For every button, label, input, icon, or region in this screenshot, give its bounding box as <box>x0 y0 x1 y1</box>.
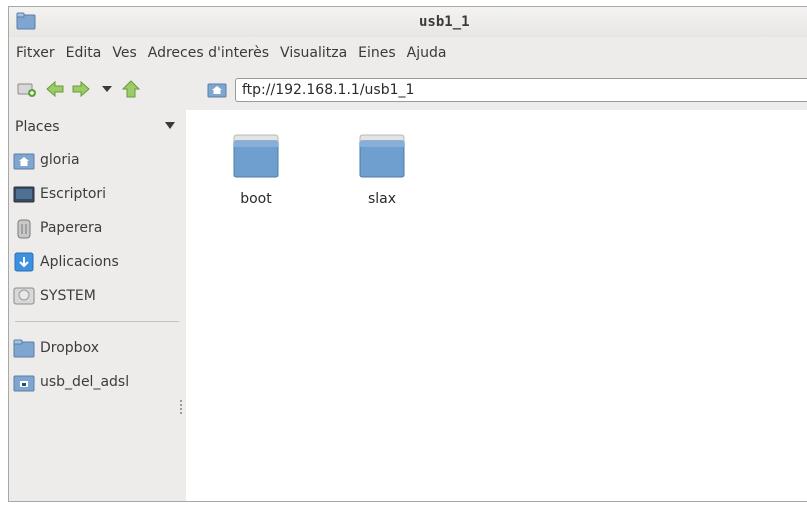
home-button[interactable] <box>207 79 227 99</box>
window-title: usb1_1 <box>419 14 470 30</box>
menu-fitxer[interactable]: Fitxer <box>9 45 58 61</box>
toolbar: ftp://192.168.1.1/usb1_1 <box>9 69 807 109</box>
sidebar-item-dropbox[interactable]: Dropbox <box>13 335 99 361</box>
sidebar-resize-handle[interactable] <box>180 400 182 416</box>
sidebar-item-label: Escriptori <box>40 186 107 202</box>
sidebar-item-label: Dropbox <box>40 340 99 356</box>
places-dropdown-icon[interactable] <box>165 122 175 129</box>
file-view: boot slax <box>186 110 807 501</box>
location-bar[interactable]: ftp://192.168.1.1/usb1_1 <box>235 78 807 102</box>
sidebar-item-label: Paperera <box>40 220 103 236</box>
menu-ves[interactable]: Ves <box>104 45 139 61</box>
sidebar-item-system[interactable]: SYSTEM <box>13 283 96 309</box>
file-name: boot <box>240 191 272 207</box>
sidebar-item-label: Aplicacions <box>40 254 119 270</box>
menu-eines[interactable]: Eines <box>350 45 399 61</box>
menu-bar: Fitxer Edita Ves Adreces d'interès Visua… <box>9 38 807 68</box>
sidebar-item-gloria[interactable]: gloria <box>13 147 80 173</box>
sidebar-item-usb-del-adsl[interactable]: usb_del_adsl <box>13 369 129 395</box>
home-folder-icon <box>207 83 227 98</box>
sidebar-item-escriptori[interactable]: Escriptori <box>13 181 106 207</box>
file-item-slax[interactable]: slax <box>342 132 422 207</box>
new-tab-icon <box>17 83 36 97</box>
menu-edita[interactable]: Edita <box>58 45 105 61</box>
sidebar-item-paperera[interactable]: Paperera <box>13 215 102 241</box>
forward-button[interactable] <box>71 79 91 99</box>
forward-arrow-icon <box>72 80 90 98</box>
menu-adreces[interactable]: Adreces d'interès <box>140 45 272 61</box>
folder-icon <box>233 134 279 178</box>
desktop-icon <box>13 183 35 205</box>
back-arrow-icon <box>46 80 64 98</box>
file-name: slax <box>367 191 397 207</box>
file-manager-window: usb1_1 Fitxer Edita Ves Adreces d'interè… <box>8 6 807 502</box>
folder-icon <box>359 134 405 178</box>
up-arrow-icon <box>121 80 141 98</box>
location-input[interactable]: ftp://192.168.1.1/usb1_1 <box>242 82 414 98</box>
sidebar-item-aplicacions[interactable]: Aplicacions <box>13 249 119 275</box>
sidebar-item-label: SYSTEM <box>40 288 96 304</box>
sidebar-item-label: usb_del_adsl <box>40 374 130 390</box>
sidebar-separator <box>15 321 179 322</box>
new-tab-button[interactable] <box>17 79 37 99</box>
history-dropdown-button[interactable] <box>97 79 117 99</box>
home-folder-icon <box>13 149 35 171</box>
up-button[interactable] <box>121 79 141 99</box>
file-item-boot[interactable]: boot <box>216 132 296 207</box>
back-button[interactable] <box>45 79 65 99</box>
sidebar: Places gloria Escriptori Paperera Aplica… <box>9 110 185 501</box>
network-folder-icon <box>13 371 35 393</box>
trash-icon <box>13 217 35 239</box>
menu-ajuda[interactable]: Ajuda <box>399 45 450 61</box>
drive-icon <box>13 285 35 307</box>
chevron-down-icon <box>102 86 112 92</box>
menu-visualitza[interactable]: Visualitza <box>272 45 350 61</box>
folder-icon <box>13 337 35 359</box>
places-header: Places <box>15 119 60 135</box>
sidebar-item-label: gloria <box>40 152 80 168</box>
title-bar: usb1_1 <box>9 7 807 37</box>
applications-icon <box>13 251 35 273</box>
